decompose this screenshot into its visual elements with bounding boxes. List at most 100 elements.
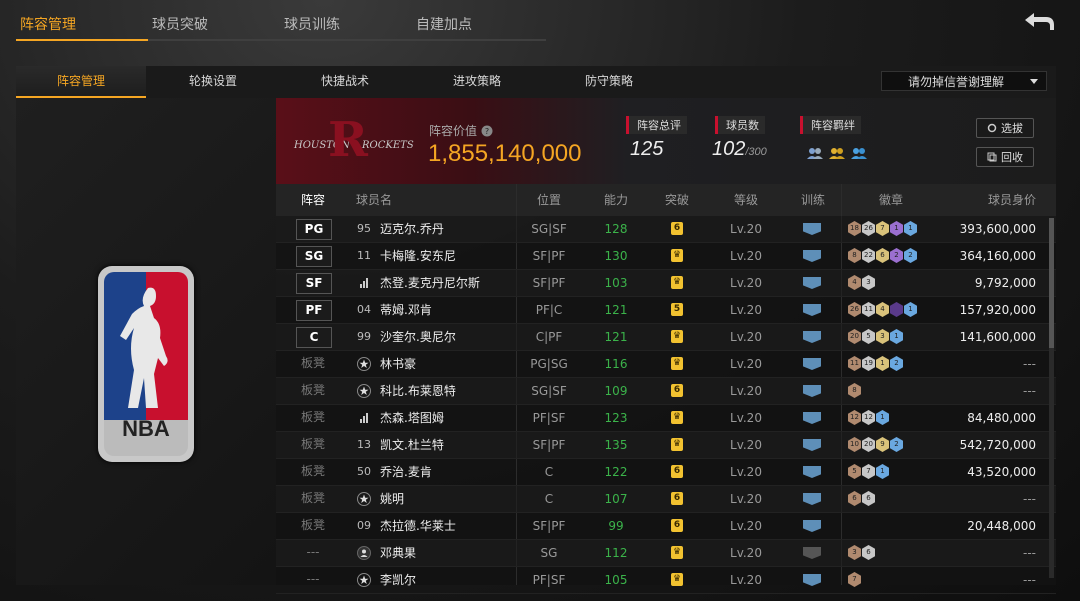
badge-icon[interactable]: 7 [848,572,861,587]
top-tab-lineup[interactable]: 阵容管理 [16,14,150,41]
badge-icon[interactable] [890,302,903,317]
slot-label[interactable]: 板凳 [296,354,330,373]
slot-label[interactable]: PG [296,219,332,240]
badge-icon[interactable]: 20 [848,329,861,344]
badge-icon[interactable]: 6 [876,248,889,263]
player-name[interactable]: 邓典果 [380,540,416,566]
badge-icon[interactable]: 10 [848,437,861,452]
slot-label[interactable]: C [296,327,332,348]
top-tab-custom-points[interactable]: 自建加点 [412,14,546,41]
recycle-button[interactable]: 回收 [976,147,1034,167]
badge-icon[interactable]: 19 [862,356,875,371]
badge-icon[interactable]: 4 [876,302,889,317]
player-name[interactable]: 凯文.杜兰特 [380,432,444,458]
badge-icon[interactable]: 1 [890,329,903,344]
slot-label[interactable]: 板凳 [296,435,330,454]
strategy-dropdown[interactable]: 请勿掉信誉谢理解 [881,71,1047,91]
sub-tab-offense[interactable]: 进攻策略 [412,66,542,96]
col-breakthrough[interactable]: 突破 [652,184,702,216]
breakthrough-icon[interactable]: 5 [671,303,683,316]
table-row[interactable]: --- 李凯尔 PF|SF 105 ♛ Lv.20 7 --- [276,567,1056,594]
slot-label[interactable]: 板凳 [296,462,330,481]
slot-label[interactable]: 板凳 [296,381,330,400]
table-row[interactable]: 板凳 科比.布莱恩特 SG|SF 109 6 Lv.20 8 --- [276,378,1056,405]
col-level[interactable]: 等级 [706,184,786,216]
top-tab-training[interactable]: 球员训练 [280,14,414,41]
training-icon[interactable] [803,250,821,262]
scrollbar-thumb[interactable] [1049,218,1054,348]
training-icon[interactable] [803,412,821,424]
player-name[interactable]: 乔治.麦肯 [380,459,432,485]
player-name[interactable]: 杰登.麦克丹尼尔斯 [380,270,480,296]
player-name[interactable]: 杰森.塔图姆 [380,405,444,431]
badge-icon[interactable]: 1 [876,464,889,479]
col-training[interactable]: 训练 [786,184,840,216]
table-row[interactable]: 板凳 姚明 C 107 6 Lv.20 6 6 --- [276,486,1056,513]
breakthrough-icon[interactable]: 6 [671,465,683,478]
table-row[interactable]: 板凳 50 乔治.麦肯 C 122 6 Lv.20 5 7 1 43,520,000 [276,459,1056,486]
table-row[interactable]: 板凳 林书豪 PG|SG 116 ♛ Lv.20 11 19 1 2 --- [276,351,1056,378]
team-bond-icon[interactable] [850,146,868,160]
badge-icon[interactable]: 3 [876,329,889,344]
sub-tab-lineup[interactable]: 阵容管理 [16,66,146,98]
badge-icon[interactable]: 1 [904,302,917,317]
col-slot[interactable]: 阵容 [296,184,330,216]
badge-icon[interactable]: 4 [848,275,861,290]
player-name[interactable]: 卡梅隆.安东尼 [380,243,456,269]
breakthrough-icon[interactable]: ♛ [671,438,683,451]
training-icon[interactable] [803,493,821,505]
badge-icon[interactable]: 1 [890,221,903,236]
badge-icon[interactable]: 1 [904,221,917,236]
table-row[interactable]: 板凳 杰森.塔图姆 PF|SF 123 ♛ Lv.20 12 12 1 84,480,000 [276,405,1056,432]
breakthrough-icon[interactable]: ♛ [671,330,683,343]
badge-icon[interactable]: 7 [862,464,875,479]
table-row[interactable]: C 99 沙奎尔.奥尼尔 C|PF 121 ♛ Lv.20 20 5 3 1 141,600,000 [276,324,1056,351]
player-name[interactable]: 迈克尔.乔丹 [380,216,444,242]
slot-label[interactable]: 板凳 [296,489,330,508]
badge-icon[interactable]: 6 [862,491,875,506]
badge-icon[interactable]: 8 [848,248,861,263]
badge-icon[interactable]: 9 [876,437,889,452]
badge-icon[interactable]: 2 [890,356,903,371]
table-row[interactable]: --- 邓典果 SG 112 ♛ Lv.20 3 6 --- [276,540,1056,567]
col-badges[interactable]: 徽章 [851,184,931,216]
player-name[interactable]: 姚明 [380,486,404,512]
breakthrough-icon[interactable]: ♛ [671,573,683,586]
player-name[interactable]: 李凯尔 [380,567,416,593]
training-icon[interactable] [803,466,821,478]
breakthrough-icon[interactable]: ♛ [671,411,683,424]
badge-icon[interactable]: 3 [848,545,861,560]
breakthrough-icon[interactable]: ♛ [671,357,683,370]
breakthrough-icon[interactable]: ♛ [671,546,683,559]
table-row[interactable]: 板凳 13 凯文.杜兰特 SF|PF 135 ♛ Lv.20 10 20 9 2 542,720,00… [276,432,1056,459]
slot-label[interactable]: SF [296,273,332,294]
training-icon[interactable] [803,331,821,343]
badge-icon[interactable]: 5 [862,329,875,344]
badge-icon[interactable]: 3 [862,275,875,290]
slot-label[interactable]: --- [296,570,330,589]
table-row[interactable]: 板凳 09 杰拉德.华莱士 SF|PF 99 6 Lv.20 20,448,000 [276,513,1056,540]
badge-icon[interactable]: 18 [848,221,861,236]
badge-icon[interactable]: 11 [862,302,875,317]
player-name[interactable]: 林书豪 [380,351,416,377]
training-icon[interactable] [803,385,821,397]
slot-label[interactable]: PF [296,300,332,321]
breakthrough-icon[interactable]: 6 [671,384,683,397]
badge-icon[interactable]: 8 [848,383,861,398]
training-icon[interactable] [803,223,821,235]
badge-icon[interactable]: 1 [876,356,889,371]
badge-icon[interactable]: 7 [876,221,889,236]
team-bond-icon[interactable] [806,146,824,160]
breakthrough-icon[interactable]: 6 [671,519,683,532]
col-ability[interactable]: 能力 [586,184,646,216]
sub-tab-quick-tactics[interactable]: 快捷战术 [280,66,410,96]
training-icon[interactable] [803,439,821,451]
player-name[interactable]: 沙奎尔.奥尼尔 [380,324,456,350]
slot-label[interactable]: --- [296,543,330,562]
player-name[interactable]: 杰拉德.华莱士 [380,513,456,539]
training-icon[interactable] [803,520,821,532]
table-row[interactable]: SF 杰登.麦克丹尼尔斯 SF|PF 103 ♛ Lv.20 4 3 9,792,000 [276,270,1056,297]
col-value[interactable]: 球员身价 [956,184,1036,216]
select-button[interactable]: 选拔 [976,118,1034,138]
badge-icon[interactable]: 2 [890,437,903,452]
